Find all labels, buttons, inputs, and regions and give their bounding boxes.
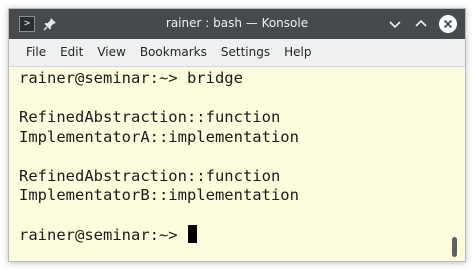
terminal-line: ImplementatorB::implementation: [19, 186, 299, 204]
menu-view[interactable]: View: [90, 39, 132, 66]
terminal-line: ImplementatorA::implementation: [19, 127, 299, 146]
close-button[interactable]: [439, 15, 457, 33]
maximize-chevron-up-icon[interactable]: [413, 16, 429, 32]
menu-bookmarks[interactable]: Bookmarks: [133, 39, 214, 66]
text-cursor: [187, 225, 197, 243]
terminal-line: rainer@seminar:~> bridge: [19, 69, 243, 87]
menu-settings[interactable]: Settings: [214, 39, 277, 66]
konsole-window: > rainer : bash — Konsole File Edit View: [8, 8, 466, 262]
menu-help[interactable]: Help: [277, 39, 318, 66]
menubar: File Edit View Bookmarks Settings Help: [9, 39, 465, 67]
prompt-line: rainer@seminar:~>: [19, 225, 465, 245]
titlebar[interactable]: > rainer : bash — Konsole: [9, 9, 465, 39]
window-buttons: [387, 15, 457, 33]
scrollbar-handle[interactable]: [452, 237, 457, 257]
minimize-chevron-down-icon[interactable]: [387, 16, 403, 32]
menu-edit[interactable]: Edit: [53, 39, 90, 66]
close-icon: [443, 19, 453, 29]
menu-file[interactable]: File: [19, 39, 53, 66]
terminal-output[interactable]: rainer@seminar:~> bridge RefinedAbstract…: [9, 67, 465, 261]
terminal-line: RefinedAbstraction::function: [19, 166, 281, 185]
terminal-line: RefinedAbstraction::function: [19, 108, 281, 126]
prompt-text: rainer@seminar:~>: [19, 226, 187, 244]
